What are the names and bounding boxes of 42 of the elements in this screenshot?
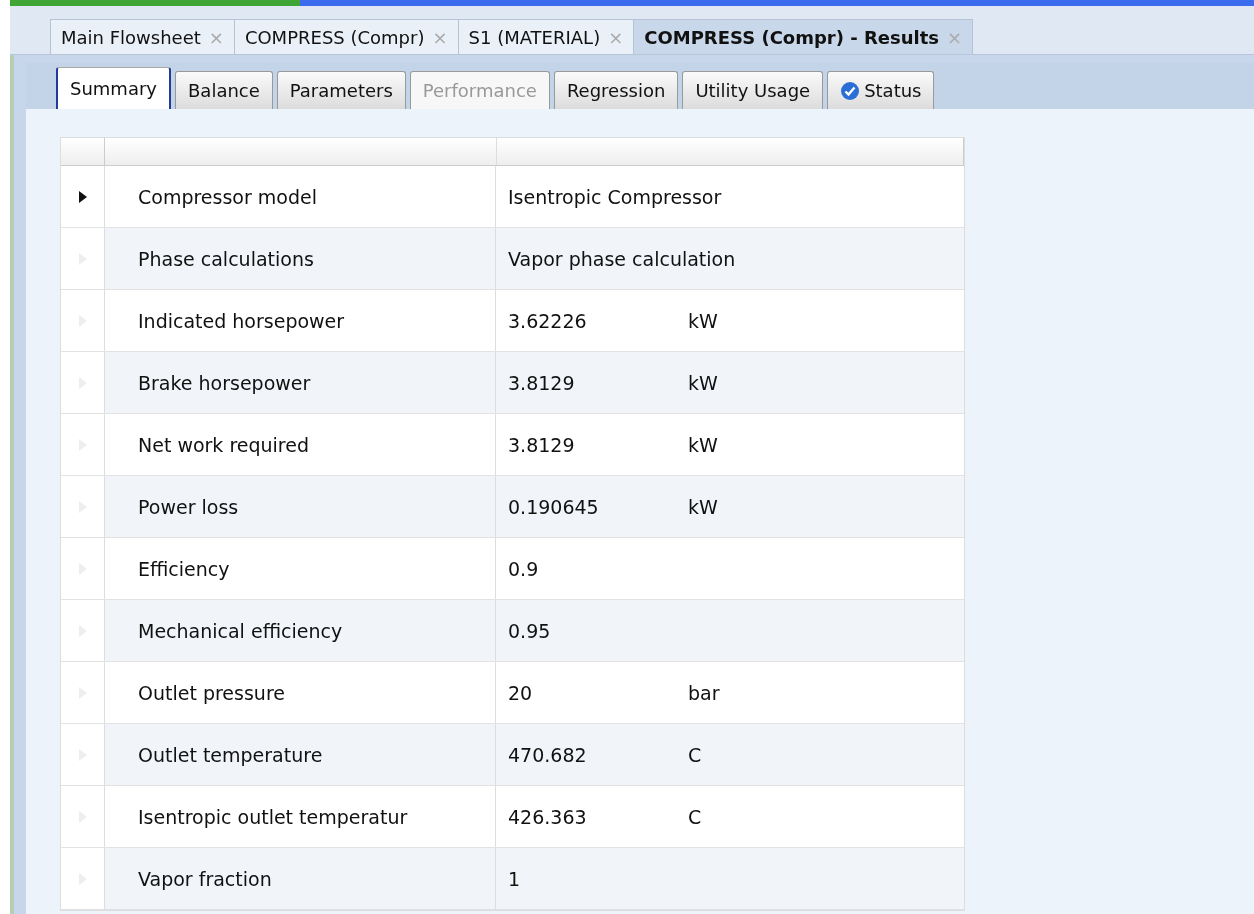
document-tab[interactable]: Main Flowsheet × [50,19,235,54]
table-cell-text: 0.9 [508,557,540,580]
document-tab[interactable]: S1 (MATERIAL) × [457,19,635,54]
table-cell-text: 470.682 [508,743,588,766]
table-cell-text: 1 [508,867,522,890]
table-cell-text: 20 [508,681,534,704]
unit-label: kW [688,495,718,518]
property-label: Outlet pressure [138,681,285,704]
property-label: Compressor model [138,185,317,208]
property-label: Indicated horsepower [138,309,345,332]
property-label: Net work required [138,433,310,456]
property-label: Mechanical efficiency [138,619,343,642]
property-label: Phase calculations [138,247,314,270]
tab[interactable]: Summary [56,67,171,109]
tab[interactable]: Regression [553,71,679,109]
property-label: Power loss [138,495,239,518]
document-tab[interactable]: COMPRESS (Compr) - Results × [633,19,974,54]
tab[interactable]: Balance [175,71,273,109]
property-label: Isentropic outlet temperatur [138,805,408,828]
document-tab[interactable]: COMPRESS (Compr) × [233,19,459,54]
tab[interactable]: Status [827,71,935,109]
property-label: Efficiency [138,557,230,580]
property-label: Outlet temperature [138,743,323,766]
table-cell-text: 426.363 [508,805,588,828]
table-cell: Vapor phase calculation [508,247,736,270]
unit-label: bar [688,681,720,704]
table-cell-text: 3.8129 [508,371,576,394]
property-label: Brake horsepower [138,371,311,394]
table-cell-text: 3.62226 [508,309,588,332]
table-cell: Isentropic Compressor [508,185,722,208]
table-cell-text: 0.95 [508,619,552,642]
table-cell-text: 3.8129 [508,433,576,456]
unit-label: C [688,743,702,766]
property-label: Vapor fraction [138,867,272,890]
tab[interactable]: Parameters [276,71,406,109]
unit-label: kW [688,371,718,394]
check-circle-icon [840,80,861,101]
unit-label: kW [688,309,718,332]
table-cell-text: 0.190645 [508,495,600,518]
tab[interactable]: Utility Usage [682,71,824,109]
unit-label: kW [688,433,718,456]
unit-label: C [688,805,702,828]
